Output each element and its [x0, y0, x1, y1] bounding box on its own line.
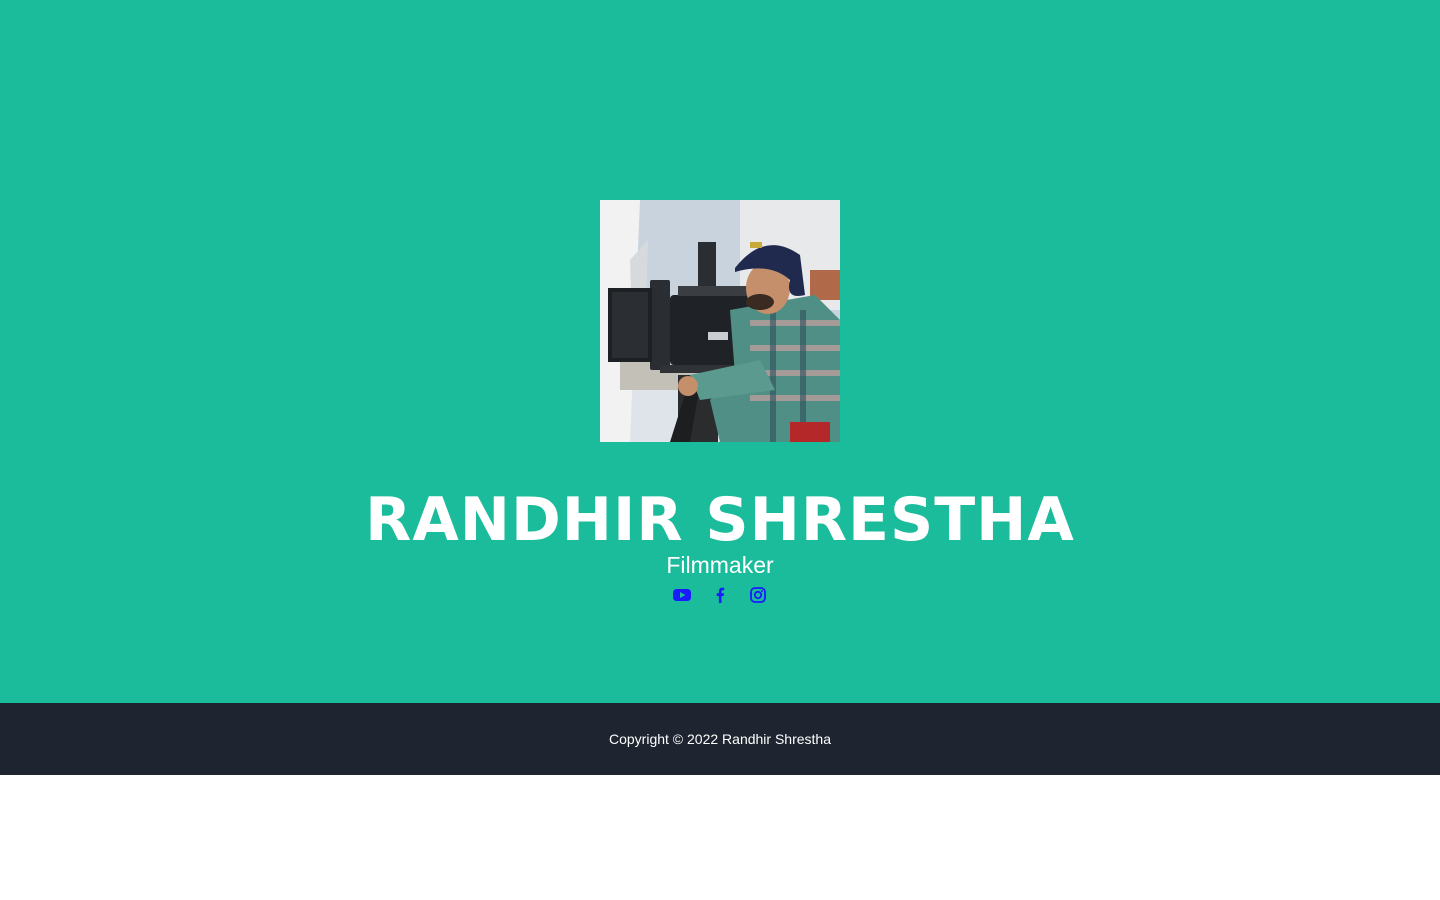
masthead: RANDHIR SHRESTHA Filmmaker [0, 0, 1440, 703]
instagram-link[interactable] [749, 585, 767, 605]
page-title: RANDHIR SHRESTHA [365, 485, 1075, 555]
facebook-link[interactable] [711, 585, 729, 605]
copyright-text: Copyright © 2022 Randhir Shrestha [609, 731, 831, 747]
youtube-icon [673, 589, 691, 601]
instagram-icon [750, 587, 766, 603]
youtube-link[interactable] [673, 585, 691, 605]
facebook-icon [716, 587, 725, 603]
subtitle: Filmmaker [666, 552, 774, 578]
profile-photo [600, 200, 840, 442]
social-links [0, 584, 1440, 606]
